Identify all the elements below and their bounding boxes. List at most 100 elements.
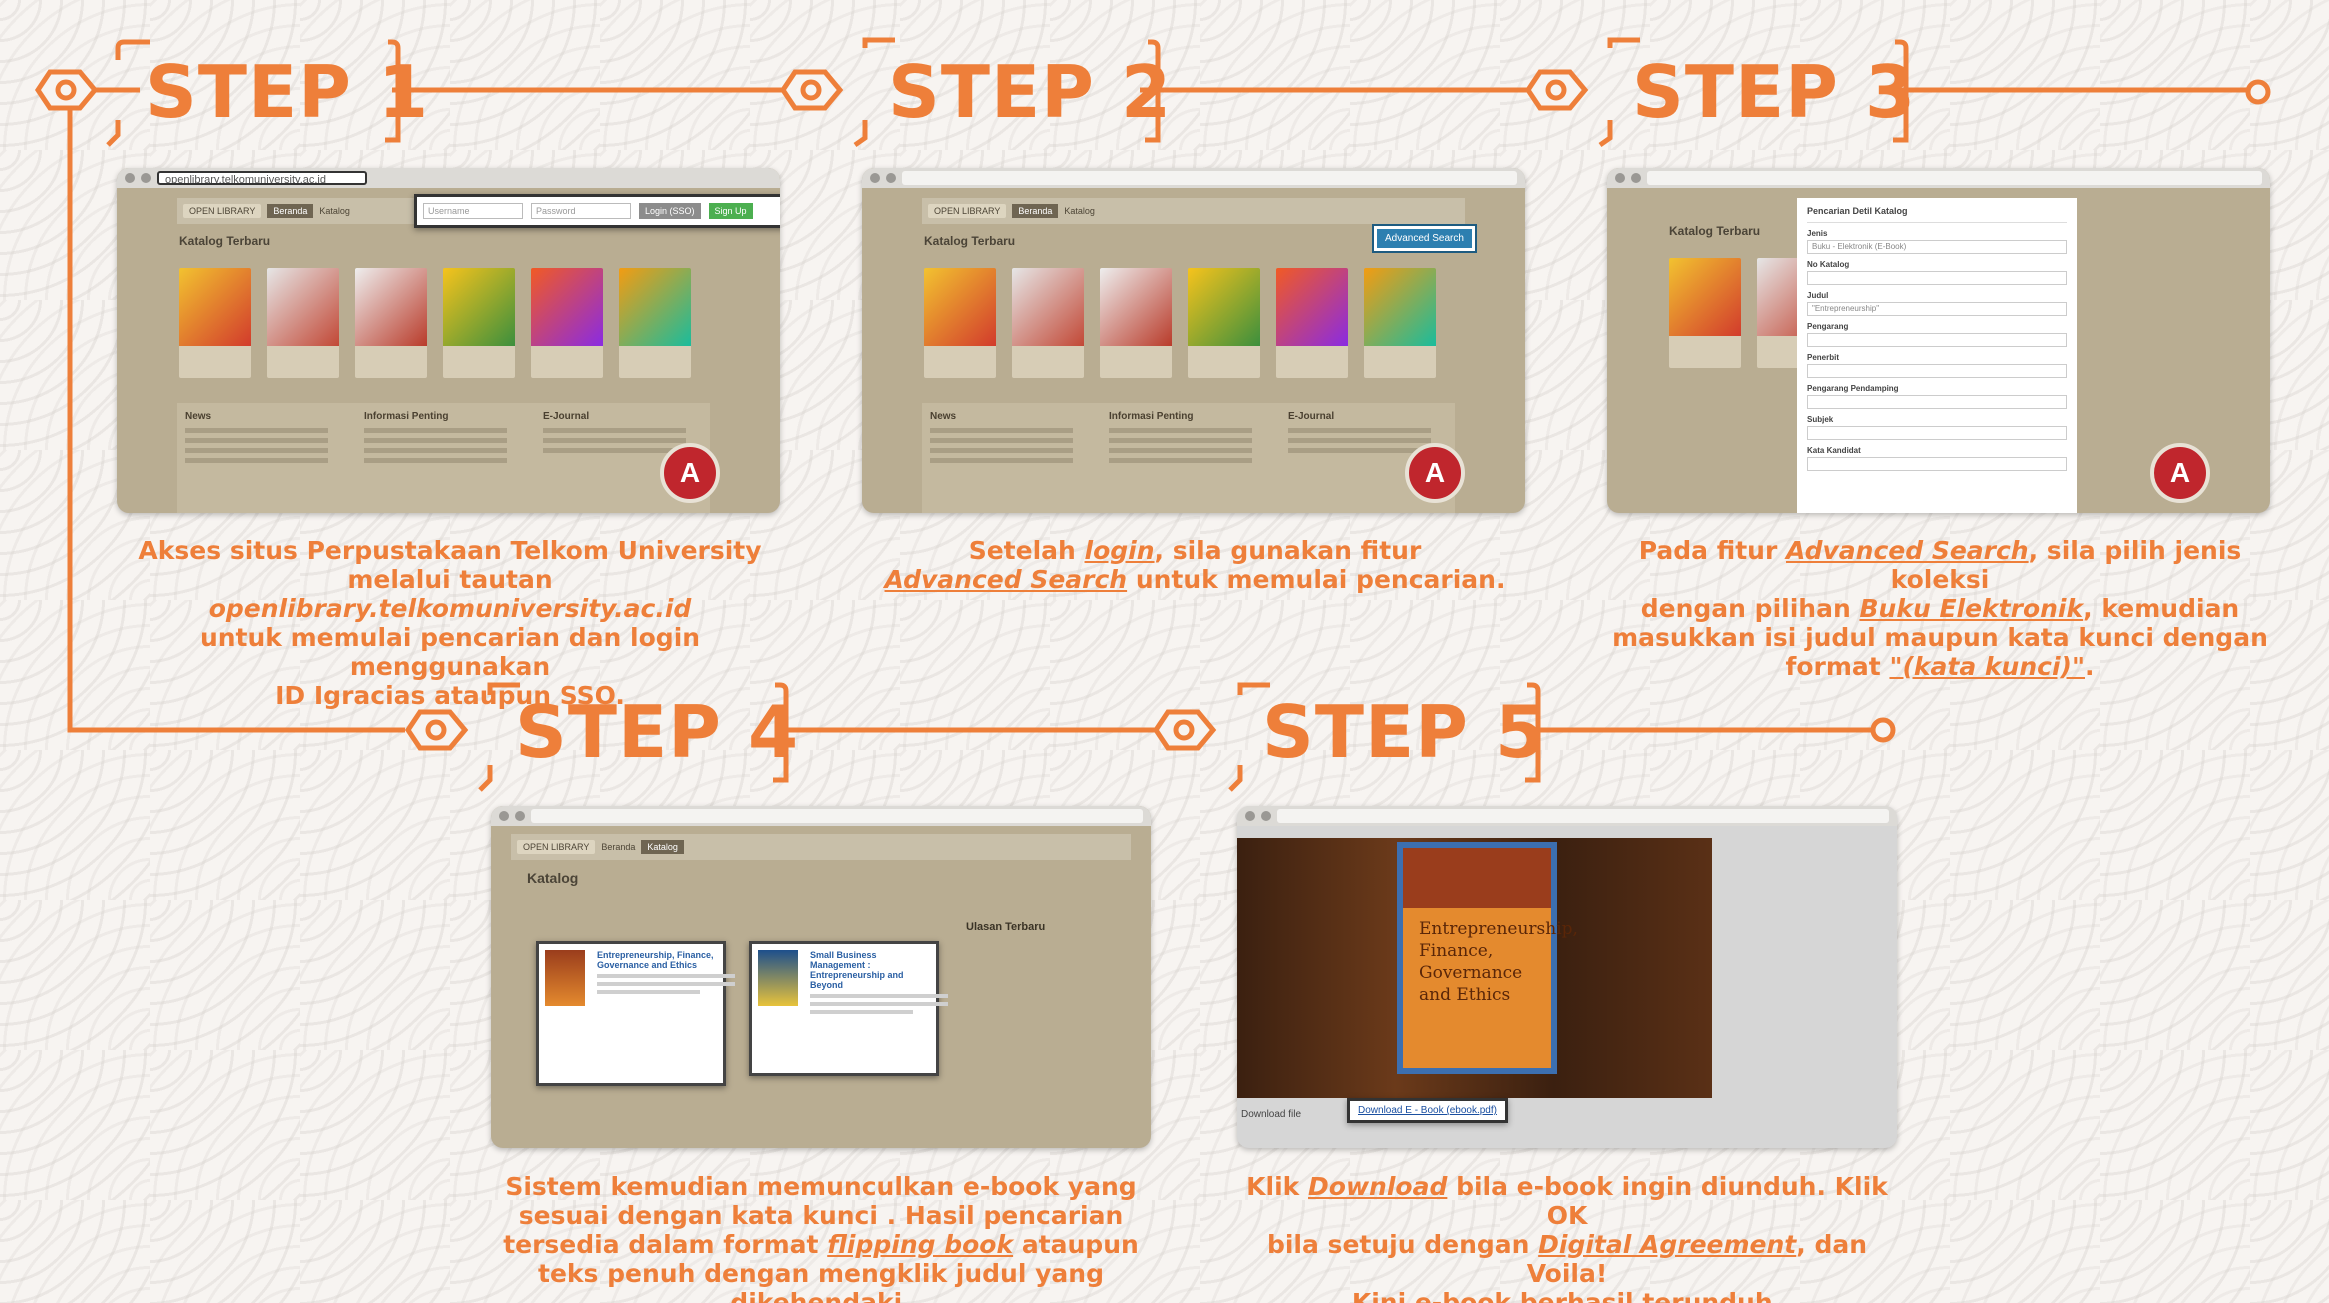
desc-emphasis: Advanced Search [1786,536,2029,565]
info-heading: Informasi Penting [1109,411,1194,422]
step-2-screenshot: OPEN LIBRARY Beranda Katalog Katalog Ter… [862,168,1525,513]
site-logo[interactable]: OPEN LIBRARY [183,204,262,218]
desc-line: format "(kata kunci)". [1610,652,2270,681]
desc-text: Pada fitur [1638,536,1787,565]
desc-line: Setelah login, sila gunakan fitur [865,536,1525,565]
username-field[interactable]: Username [423,203,523,219]
desc-emphasis: login [1084,536,1155,565]
login-button[interactable]: Login (SSO) [639,203,701,219]
desc-emphasis: Advanced Search [884,565,1128,594]
desc-text: , sila gunakan fitur [1154,536,1422,565]
catalog-number-input[interactable] [1807,271,2067,285]
back-icon[interactable] [870,173,880,183]
forward-icon[interactable] [515,811,525,821]
accreditation-badge-icon: A [660,443,720,503]
forward-icon[interactable] [141,173,151,183]
result-title[interactable]: Entrepreneurship, Finance, Governance an… [597,950,717,970]
desc-text: Setelah [968,536,1085,565]
book-cover[interactable] [1100,268,1172,378]
search-result-card[interactable]: Entrepreneurship, Finance, Governance an… [536,941,735,1086]
step-3-description: Pada fitur Advanced Search, sila pilih j… [1610,536,2270,681]
step-5-title: STEP 5 [1262,690,1547,774]
nav-item-home[interactable]: Beranda [1012,204,1059,218]
site-logo[interactable]: OPEN LIBRARY [928,204,1007,218]
book-cover[interactable] [924,268,996,378]
book-cover[interactable] [179,268,251,378]
catalog-heading: Katalog Terbaru [179,234,271,248]
site-logo[interactable]: OPEN LIBRARY [517,840,596,854]
book-carousel [179,268,780,378]
book-cover[interactable] [443,268,515,378]
book-cover[interactable] [1188,268,1260,378]
step-5-description: Klik Download bila e-book ingin diunduh.… [1237,1172,1897,1303]
address-bar[interactable]: openlibrary.telkomuniversity.ac.id [157,171,367,185]
desc-line: bila setuju dengan Digital Agreement, da… [1237,1230,1897,1288]
desc-line: Advanced Search untuk memulai pencarian. [865,565,1525,594]
nav-item-katalog[interactable]: Katalog [1064,206,1095,216]
book-cover[interactable] [267,268,339,378]
desc-emphasis: "(kata kunci)" [1889,652,2085,681]
book-cover[interactable] [1364,268,1436,378]
address-bar[interactable] [1277,809,1889,823]
step-2-description: Setelah login, sila gunakan fitur Advanc… [865,536,1525,594]
desc-text: melalui tautan [347,565,553,594]
modal-title: Pencarian Detil Katalog [1807,206,2067,223]
result-title[interactable]: Small Business Management : Entrepreneur… [810,950,930,990]
desc-line: sesuai dengan kata kunci . Hasil pencari… [518,1201,1124,1230]
address-bar[interactable] [902,171,1517,185]
nav-item-home[interactable]: Beranda [267,204,314,218]
forward-icon[interactable] [1631,173,1641,183]
address-bar[interactable] [1647,171,2262,185]
password-field[interactable]: Password [531,203,631,219]
forward-icon[interactable] [886,173,896,183]
desc-text: ataupun [1013,1230,1139,1259]
nav-item-katalog[interactable]: Katalog [641,840,684,854]
ebook-thumbnail [758,950,798,1006]
back-icon[interactable] [1245,811,1255,821]
nav-item-katalog[interactable]: Katalog [319,206,350,216]
publisher-input[interactable] [1807,364,2067,378]
keyword-input[interactable] [1807,457,2067,471]
nav-item-home[interactable]: Beranda [601,842,635,852]
signup-button[interactable]: Sign Up [708,203,753,219]
address-bar[interactable] [531,809,1143,823]
back-icon[interactable] [1615,173,1625,183]
back-icon[interactable] [499,811,509,821]
download-ebook-link[interactable]: Download E - Book (ebook.pdf) [1347,1098,1508,1123]
download-label: Download file [1241,1109,1302,1120]
field-label-pengarang: Pengarang [1807,322,1849,331]
catalog-heading: Katalog [527,870,579,886]
book-cover[interactable] [619,268,691,378]
accreditation-badge-icon: A [1405,443,1465,503]
step-4-description: Sistem kemudian memunculkan e-book yang … [491,1172,1151,1303]
browser-toolbar: openlibrary.telkomuniversity.ac.id [117,168,780,188]
book-cover[interactable] [1012,268,1084,378]
back-icon[interactable] [125,173,135,183]
book-cover[interactable] [1669,258,1741,368]
field-label-jenis: Jenis [1807,229,1828,238]
ebook-cover-title: Entrepreneurship, Finance, Governance an… [1419,919,1578,1005]
coauthor-input[interactable] [1807,395,2067,409]
step-1-description: Akses situs Perpustakaan Telkom Universi… [120,536,780,710]
forward-icon[interactable] [1261,811,1271,821]
ebook-cover: Entrepreneurship, Finance, Governance an… [1397,842,1578,1074]
step-1-title: STEP 1 [145,50,430,134]
search-result-card[interactable]: Small Business Management : Entrepreneur… [749,941,948,1076]
browser-toolbar [1607,168,2270,188]
desc-text: . [2085,652,2095,681]
author-input[interactable] [1807,333,2067,347]
desc-line: teks penuh dengan mengklik judul yang di… [538,1259,1104,1303]
desc-text: bila setuju dengan [1266,1230,1539,1259]
title-input[interactable]: "Entrepreneurship" [1807,302,2067,316]
info-section: News Informasi Penting E-Journal [922,403,1455,513]
book-cover[interactable] [355,268,427,378]
book-cover[interactable] [1276,268,1348,378]
collection-type-select[interactable]: Buku - Elektronik (E-Book) [1807,240,2067,254]
book-carousel [924,268,1525,378]
step-5-screenshot: Entrepreneurship, Finance, Governance an… [1237,806,1897,1148]
subject-input[interactable] [1807,426,2067,440]
browser-toolbar [491,806,1151,826]
desc-text: format [1785,652,1890,681]
advanced-search-button[interactable]: Advanced Search [1372,224,1477,253]
book-cover[interactable] [531,268,603,378]
